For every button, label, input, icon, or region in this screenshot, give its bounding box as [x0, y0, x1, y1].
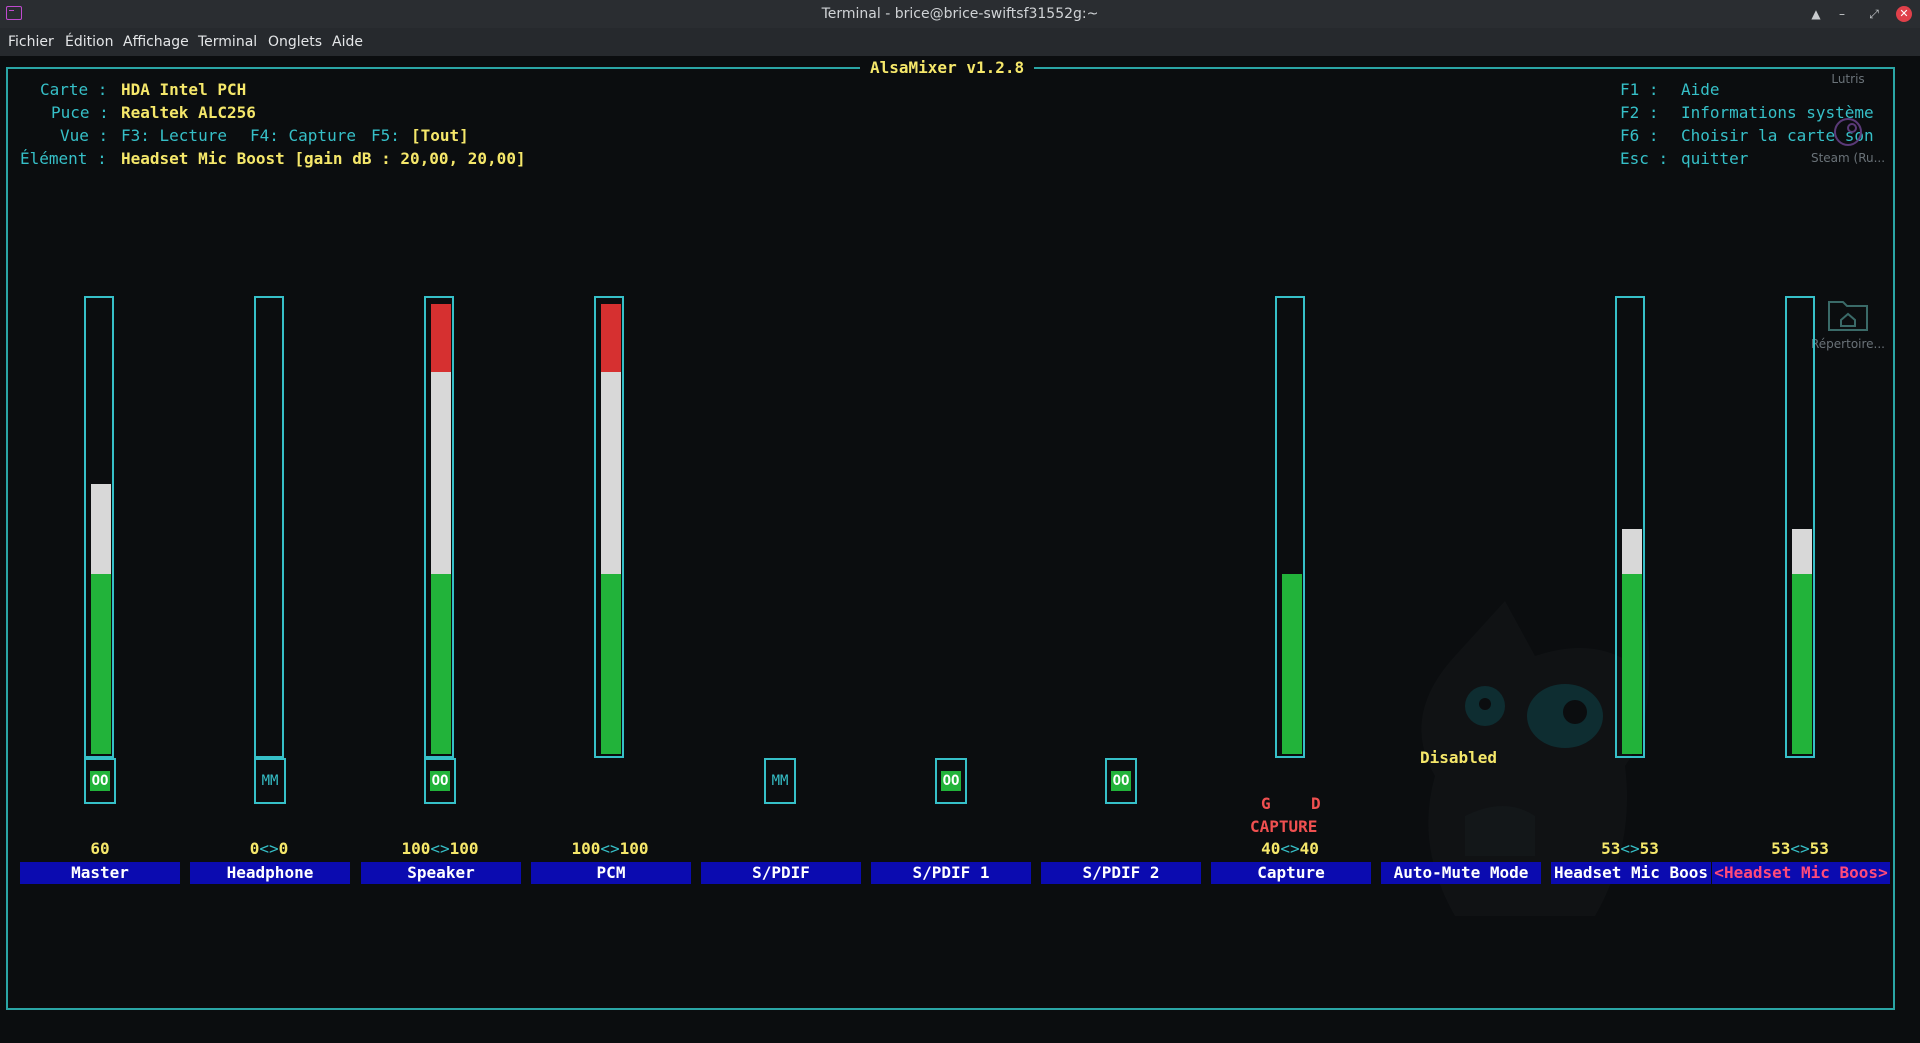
- spdif-mute-box[interactable]: MM: [764, 758, 796, 804]
- spdif1-mute-state: OO: [941, 771, 961, 791]
- headset-mic-boost-2-level-green: [1792, 574, 1812, 754]
- spdif-mute-state: MM: [771, 773, 789, 789]
- headphone-volume-value: 0<>0: [249, 839, 289, 858]
- pcm-label[interactable]: PCM: [531, 862, 691, 884]
- headset-mic-boost-bar[interactable]: [1615, 296, 1645, 758]
- menu-affichage[interactable]: Affichage: [123, 34, 189, 50]
- speaker-level-white: [431, 371, 451, 574]
- pcm-volume-value: 100<>100: [571, 839, 649, 858]
- headphone-mute-box[interactable]: MM: [254, 758, 286, 804]
- help-key-f1: F1 :: [1620, 80, 1659, 99]
- chip-label: Puce :: [51, 103, 109, 122]
- view-f5[interactable]: F5:: [371, 126, 400, 145]
- headset-mic-boost-value: 53<>53: [1601, 839, 1659, 858]
- select-right-arrow-icon: >: [1878, 863, 1888, 882]
- speaker-volume-value: 100<>100: [401, 839, 479, 858]
- spdif2-label[interactable]: S/PDIF 2: [1041, 862, 1201, 884]
- menu-aide[interactable]: Aide: [332, 34, 363, 50]
- capture-left-flag: G: [1261, 794, 1271, 813]
- capture-right-flag: D: [1311, 794, 1321, 813]
- spdif1-mute-box[interactable]: OO: [935, 758, 967, 804]
- minimize-icon[interactable]: –: [1832, 4, 1852, 24]
- help-key-f2: F2 :: [1620, 103, 1659, 122]
- headphone-label[interactable]: Headphone: [190, 862, 350, 884]
- headset-mic-boost-2-value: 53<>53: [1771, 839, 1829, 858]
- keep-above-icon[interactable]: ▲: [1806, 4, 1826, 24]
- card-label: Carte :: [40, 80, 108, 99]
- pcm-level-white: [601, 371, 621, 574]
- capture-volume-value: 40<>40: [1261, 839, 1319, 858]
- help-text-esc: quitter: [1681, 149, 1749, 168]
- capture-level-green: [1282, 574, 1302, 754]
- desktop-icon-steam[interactable]: Steam (Ru...: [1798, 116, 1898, 165]
- desktop-icon-lutris[interactable]: Lutris: [1798, 72, 1898, 86]
- headset-mic-boost-label[interactable]: Headset Mic Boos: [1551, 862, 1711, 884]
- element-value: Headset Mic Boost [gain dB : 20,00, 20,0…: [121, 149, 526, 168]
- alsamixer-title: AlsaMixer v1.2.8: [860, 58, 1035, 77]
- window-titlebar[interactable]: Terminal - brice@brice-swiftsf31552g:~ ▲…: [0, 0, 1920, 28]
- headset-mic-boost-2-bar[interactable]: [1785, 296, 1815, 758]
- maximize-icon[interactable]: ⤢: [1864, 4, 1884, 24]
- pcm-level-green: [601, 574, 621, 754]
- master-level-white: [91, 484, 111, 574]
- spdif-label[interactable]: S/PDIF: [701, 862, 861, 884]
- speaker-volume-bar[interactable]: [424, 296, 454, 758]
- menu-fichier[interactable]: Fichier: [8, 34, 54, 50]
- card-value: HDA Intel PCH: [121, 80, 247, 99]
- select-left-arrow-icon: <: [1714, 863, 1724, 882]
- chip-value: Realtek ALC256: [121, 103, 256, 122]
- capture-label[interactable]: Capture: [1211, 862, 1371, 884]
- steam-icon: [1834, 118, 1862, 146]
- menu-terminal[interactable]: Terminal: [198, 34, 257, 50]
- auto-mute-label[interactable]: Auto-Mute Mode: [1381, 862, 1541, 884]
- headphone-volume-bar[interactable]: [254, 296, 284, 758]
- view-f3[interactable]: F3: Lecture: [121, 126, 227, 145]
- help-text-f1: Aide: [1681, 80, 1720, 99]
- speaker-mute-box[interactable]: OO: [424, 758, 456, 804]
- close-icon[interactable]: ✕: [1896, 6, 1912, 22]
- menu-bar: Fichier Édition Affichage Terminal Ongle…: [0, 28, 1920, 56]
- headset-mic-boost-2-label-selected[interactable]: <Headset Mic Boos>: [1712, 862, 1890, 884]
- element-label: Élément :: [20, 149, 107, 168]
- speaker-label[interactable]: Speaker: [361, 862, 521, 884]
- pcm-level-red: [601, 304, 621, 372]
- help-key-f6: F6 :: [1620, 126, 1659, 145]
- window-title: Terminal - brice@brice-swiftsf31552g:~: [821, 6, 1099, 22]
- headset-mic-boost-2-level-white: [1792, 529, 1812, 574]
- headset-mic-boost-level-white: [1622, 529, 1642, 574]
- menu-onglets[interactable]: Onglets: [268, 34, 322, 50]
- master-mute-box[interactable]: OO: [84, 758, 116, 804]
- capture-volume-bar[interactable]: [1275, 296, 1305, 758]
- capture-state[interactable]: CAPTURE: [1250, 817, 1317, 836]
- spdif2-mute-box[interactable]: OO: [1105, 758, 1137, 804]
- menu-edition[interactable]: Édition: [65, 34, 113, 50]
- master-mute-state: OO: [90, 771, 110, 791]
- master-label[interactable]: Master: [20, 862, 180, 884]
- headphone-mute-state: MM: [261, 773, 279, 789]
- spdif2-mute-state: OO: [1111, 771, 1131, 791]
- speaker-level-green: [431, 574, 451, 754]
- auto-mute-value[interactable]: Disabled: [1420, 748, 1497, 767]
- master-volume-value: 60: [90, 839, 110, 858]
- home-folder-icon: [1828, 301, 1868, 331]
- view-current: [Tout]: [411, 126, 469, 145]
- view-f4[interactable]: F4: Capture: [250, 126, 356, 145]
- spdif1-label[interactable]: S/PDIF 1: [871, 862, 1031, 884]
- help-key-esc: Esc :: [1620, 149, 1669, 168]
- speaker-mute-state: OO: [430, 771, 450, 791]
- speaker-level-red: [431, 304, 451, 372]
- pcm-volume-bar[interactable]: [594, 296, 624, 758]
- terminal-area[interactable]: AlsaMixer v1.2.8 Carte : HDA Intel PCH P…: [0, 56, 1920, 1043]
- headset-mic-boost-level-green: [1622, 574, 1642, 754]
- master-level-green: [91, 574, 111, 754]
- view-label: Vue :: [60, 126, 109, 145]
- master-volume-bar[interactable]: [84, 296, 114, 758]
